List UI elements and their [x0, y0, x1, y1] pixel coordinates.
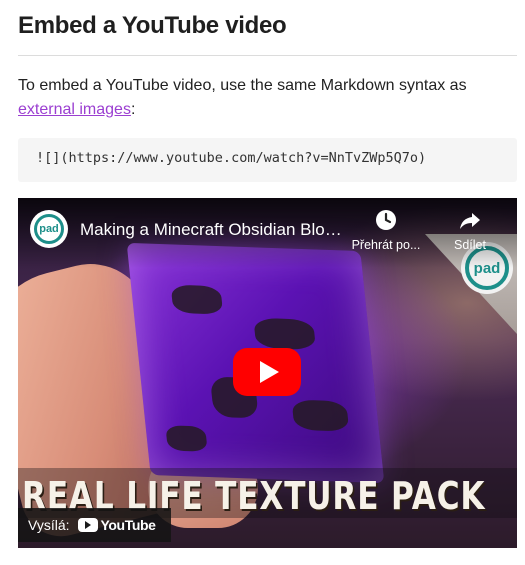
- video-title[interactable]: Making a Minecraft Obsidian Block in Rea…: [80, 220, 350, 240]
- cube-spot: [253, 317, 317, 351]
- share-button[interactable]: Sdílet: [430, 208, 510, 252]
- youtube-wordmark: YouTube: [100, 517, 156, 533]
- description-text: To embed a YouTube video, use the same M…: [18, 77, 467, 94]
- description-colon: :: [130, 101, 136, 118]
- share-label: Sdílet: [454, 238, 486, 252]
- youtube-play-icon: [77, 518, 98, 532]
- heading-divider: [18, 55, 517, 56]
- watch-on-youtube-bar[interactable]: Vysílá: YouTube: [18, 508, 171, 542]
- youtube-embed[interactable]: pad pad Making a Minecraft Obsidian Bloc…: [18, 198, 517, 548]
- cube-spot: [170, 284, 224, 315]
- cube-spot: [165, 425, 208, 452]
- code-block: ![](https://www.youtube.com/watch?v=NnTv…: [18, 138, 517, 182]
- external-images-link[interactable]: external images: [18, 101, 131, 118]
- channel-avatar[interactable]: pad: [30, 210, 68, 248]
- embed-description: To embed a YouTube video, use the same M…: [18, 74, 517, 122]
- broadcast-label: Vysílá:: [28, 517, 70, 533]
- play-icon: [259, 361, 279, 383]
- share-arrow-icon: [460, 213, 480, 229]
- youtube-logo[interactable]: YouTube: [77, 517, 156, 533]
- code-snippet: ![](https://www.youtube.com/watch?v=NnTv…: [36, 150, 427, 166]
- cube-spot: [291, 399, 350, 432]
- watch-later-button[interactable]: Přehrát po...: [346, 208, 426, 252]
- play-button[interactable]: [233, 348, 301, 396]
- channel-avatar-text: pad: [34, 214, 64, 244]
- clock-icon: [376, 210, 396, 230]
- watch-later-label: Přehrát po...: [351, 238, 421, 252]
- section-heading: Embed a YouTube video: [18, 12, 287, 39]
